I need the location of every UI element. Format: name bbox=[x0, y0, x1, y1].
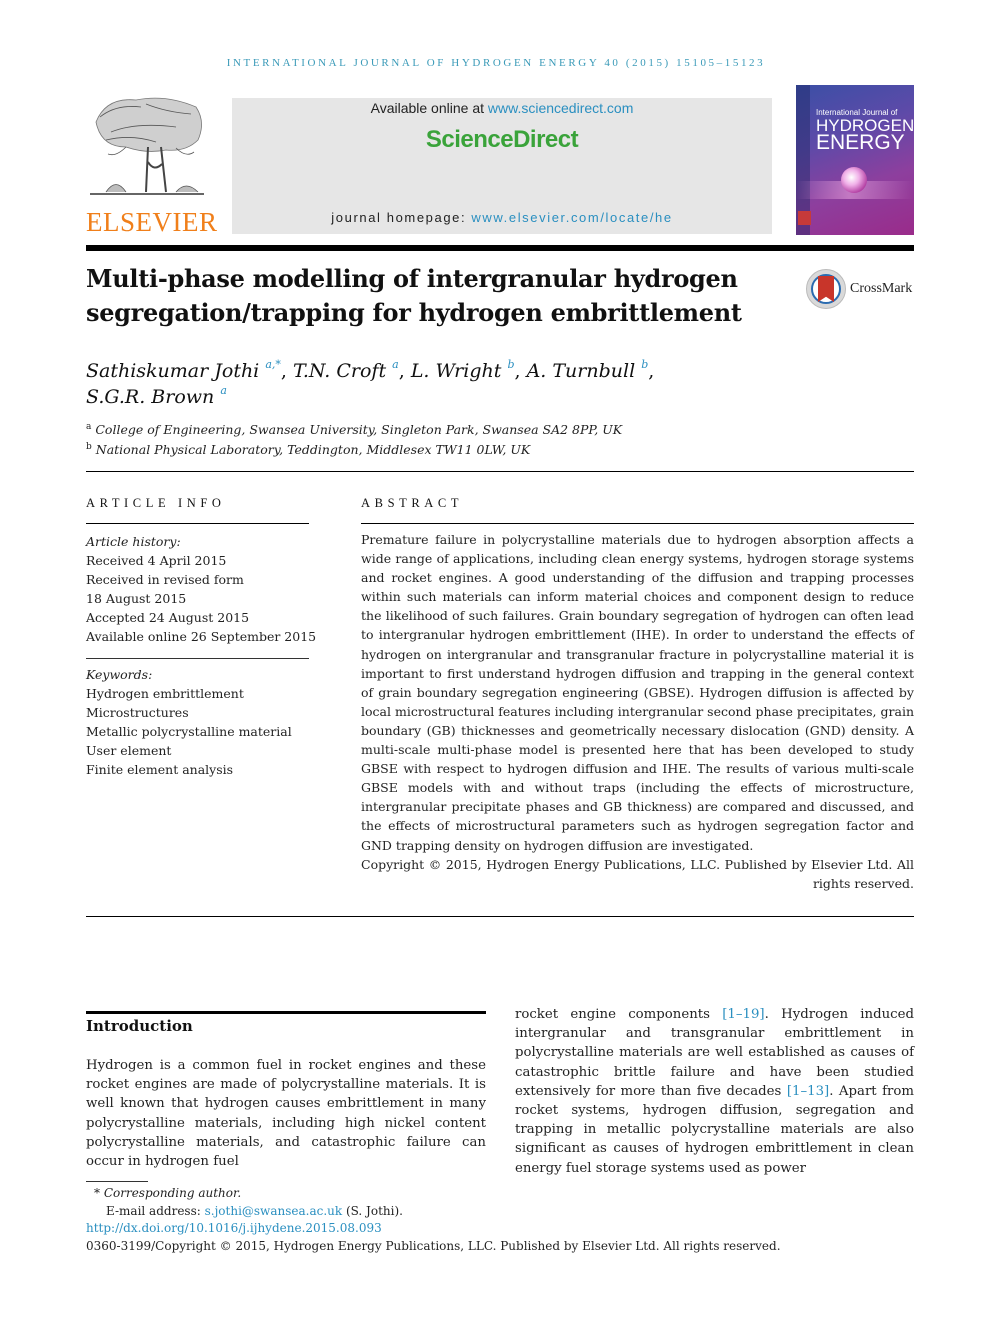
cover-publisher-logo-icon bbox=[798, 211, 811, 225]
history-item: Received in revised form bbox=[86, 572, 244, 587]
cover-journal-line3: ENERGY bbox=[816, 131, 905, 154]
article-title-line2: segregation/trapping for hydrogen embrit… bbox=[86, 298, 742, 327]
citation-link[interactable]: [1–13] bbox=[787, 1084, 829, 1099]
footnote-star: * bbox=[94, 1186, 100, 1200]
affiliation-key: a bbox=[86, 422, 92, 432]
keywords-label: Keywords: bbox=[86, 667, 153, 682]
divider bbox=[86, 523, 309, 524]
affiliation-item: a College of Engineering, Swansea Univer… bbox=[86, 420, 846, 440]
header-rule bbox=[86, 245, 914, 251]
crossmark-button[interactable]: CrossMark bbox=[806, 269, 916, 309]
footnotes: * Corresponding author. E-mail address: … bbox=[86, 1185, 886, 1255]
author-separator: , bbox=[514, 360, 527, 382]
available-online-label: Available online at bbox=[370, 100, 488, 116]
author-name[interactable]: Sathiskumar Jothi bbox=[86, 360, 259, 382]
affiliation-key: b bbox=[86, 442, 92, 452]
introduction-text-left-column: Hydrogen is a common fuel in rocket engi… bbox=[86, 1058, 486, 1170]
divider bbox=[86, 658, 309, 659]
abstract-copyright: Copyright © 2015, Hydrogen Energy Public… bbox=[361, 857, 914, 892]
divider bbox=[361, 523, 914, 524]
author-separator: , bbox=[280, 360, 293, 382]
history-item: Received 4 April 2015 bbox=[86, 553, 227, 568]
elsevier-wordmark: ELSEVIER bbox=[86, 207, 218, 237]
affiliation-text: National Physical Laboratory, Teddington… bbox=[95, 442, 531, 457]
cover-orb-graphic bbox=[841, 167, 867, 193]
article-title: Multi-phase modelling of intergranular h… bbox=[86, 262, 786, 330]
doi-link[interactable]: http://dx.doi.org/10.1016/j.ijhydene.201… bbox=[86, 1221, 382, 1235]
keyword-item: User element bbox=[86, 743, 172, 758]
author-name[interactable]: L. Wright bbox=[411, 360, 502, 382]
history-item: Available online 26 September 2015 bbox=[86, 629, 317, 644]
email-suffix: (S. Jothi). bbox=[342, 1203, 403, 1218]
crossmark-label: CrossMark bbox=[850, 281, 913, 296]
available-online-text: Available online at www.sciencedirect.co… bbox=[232, 100, 772, 116]
section-rule bbox=[86, 1011, 486, 1014]
article-info-heading: ARTICLE INFO bbox=[86, 496, 226, 510]
introduction-heading: Introduction bbox=[86, 1017, 193, 1035]
sciencedirect-banner: Available online at www.sciencedirect.co… bbox=[232, 98, 772, 234]
elsevier-logo[interactable]: ELSEVIER bbox=[86, 92, 218, 237]
sciencedirect-link[interactable]: www.sciencedirect.com bbox=[488, 100, 634, 116]
author-name[interactable]: S.G.R. Brown bbox=[86, 386, 214, 408]
keyword-item: Metallic polycrystalline material bbox=[86, 724, 292, 739]
keyword-item: Finite element analysis bbox=[86, 762, 234, 777]
journal-cover-image[interactable]: International Journal of HYDROGEN ENERGY bbox=[796, 85, 914, 235]
elsevier-tree-icon bbox=[90, 97, 204, 195]
author-affiliation-marker[interactable]: a bbox=[220, 384, 227, 397]
author-list: Sathiskumar Jothi a,*, T.N. Croft a, L. … bbox=[86, 358, 846, 410]
keyword-item: Hydrogen embrittlement bbox=[86, 686, 244, 701]
author-separator: , bbox=[648, 360, 655, 382]
abstract-heading: ABSTRACT bbox=[361, 496, 464, 510]
keyword-item: Microstructures bbox=[86, 705, 189, 720]
divider bbox=[86, 916, 914, 917]
author-separator: , bbox=[398, 360, 411, 382]
footnote-rule bbox=[86, 1181, 148, 1182]
email-note: E-mail address: s.jothi@swansea.ac.uk (S… bbox=[86, 1203, 886, 1221]
running-head: INTERNATIONAL JOURNAL OF HYDROGEN ENERGY… bbox=[226, 57, 766, 69]
sciencedirect-brand[interactable]: ScienceDirect bbox=[232, 126, 772, 154]
history-item: Accepted 24 August 2015 bbox=[86, 610, 250, 625]
corresponding-author-note: * Corresponding author. bbox=[86, 1185, 886, 1203]
affiliation-text: College of Engineering, Swansea Universi… bbox=[95, 422, 623, 437]
article-history-label: Article history: bbox=[86, 534, 181, 549]
divider bbox=[86, 471, 914, 472]
issn-copyright: 0360-3199/Copyright © 2015, Hydrogen Ene… bbox=[86, 1238, 781, 1253]
crossmark-icon bbox=[806, 269, 846, 309]
journal-homepage-link[interactable]: www.elsevier.com/locate/he bbox=[471, 210, 672, 225]
email-link[interactable]: s.jothi@swansea.ac.uk bbox=[205, 1204, 343, 1218]
author-name[interactable]: T.N. Croft bbox=[293, 360, 386, 382]
abstract-body: Premature failure in polycrystalline mat… bbox=[361, 532, 914, 853]
intro-text: rocket engine components bbox=[515, 1007, 723, 1022]
article-history: Article history: Received 4 April 2015 R… bbox=[86, 532, 326, 646]
article-title-line1: Multi-phase modelling of intergranular h… bbox=[86, 264, 738, 293]
keywords: Keywords: Hydrogen embrittlement Microst… bbox=[86, 665, 326, 779]
author-name[interactable]: A. Turnbull bbox=[527, 360, 636, 382]
corresponding-author-label: Corresponding author. bbox=[103, 1186, 242, 1200]
affiliation-item: b National Physical Laboratory, Teddingt… bbox=[86, 440, 846, 460]
email-label: E-mail address: bbox=[106, 1203, 205, 1218]
author-affiliation-marker[interactable]: a,* bbox=[265, 358, 281, 371]
citation-link[interactable]: [1–19] bbox=[722, 1007, 764, 1022]
history-item: 18 August 2015 bbox=[86, 591, 187, 606]
affiliations: a College of Engineering, Swansea Univer… bbox=[86, 420, 846, 460]
introduction-text-right-column: rocket engine components [1–19]. Hydroge… bbox=[515, 1005, 914, 1178]
journal-homepage-label: journal homepage: bbox=[331, 210, 472, 225]
journal-homepage-text: journal homepage: www.elsevier.com/locat… bbox=[232, 210, 772, 225]
